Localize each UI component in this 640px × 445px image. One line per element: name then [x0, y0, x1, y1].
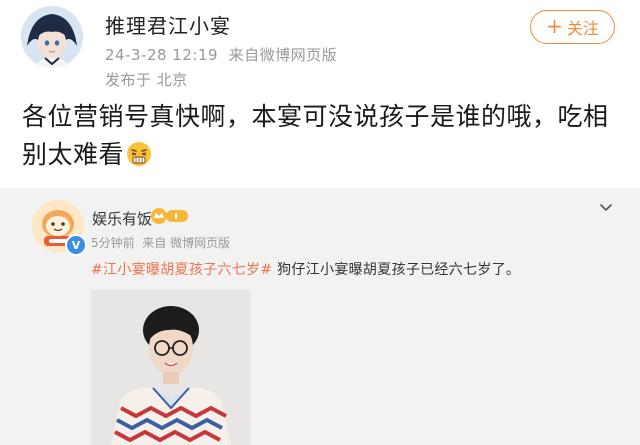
- avatar-image: [21, 6, 83, 68]
- repost-source: 来自 微博网页版: [142, 236, 231, 250]
- repost-time[interactable]: 5分钟前: [91, 236, 135, 250]
- follow-label: 关注: [566, 19, 599, 38]
- grimace-emoji-icon: [127, 142, 152, 166]
- repost-text: #江小宴曝胡夏孩子六七岁# 狗仔江小宴曝胡夏孩子已经六七岁了。: [91, 259, 520, 279]
- repost-username[interactable]: 娱乐有饭: [92, 208, 152, 229]
- repost-body: 狗仔江小宴曝胡夏孩子已经六七岁了。: [272, 262, 521, 278]
- repost-meta: 5分钟前 来自 微博网页版: [91, 234, 230, 251]
- post-timestamp[interactable]: 24-3-28 12:19: [105, 46, 218, 64]
- repost-photo[interactable]: [91, 290, 251, 445]
- post-source: 来自微博网页版: [228, 46, 338, 64]
- follow-button[interactable]: + 关注: [530, 10, 615, 44]
- post-username[interactable]: 推理君江小宴: [105, 10, 231, 39]
- post-body: 各位营销号真快啊，本宴可没说孩子是谁的哦，吃相别太难看: [22, 98, 622, 174]
- quoted-post[interactable]: V 娱乐有饭 5分钟前 来自 微博网页版 #江小宴曝胡夏孩子六七岁# 狗仔江小宴…: [0, 188, 640, 445]
- user-avatar[interactable]: [21, 6, 83, 68]
- post-location: 发布于 北京: [105, 71, 188, 89]
- topic-link[interactable]: #江小宴曝胡夏孩子六七岁#: [91, 262, 272, 278]
- chevron-down-icon[interactable]: [597, 198, 615, 216]
- person-photo: [91, 290, 251, 445]
- post-meta: 24-3-28 12:19 来自微博网页版: [105, 44, 337, 65]
- plus-icon: +: [546, 14, 563, 38]
- verified-badge-icon: V: [65, 234, 87, 256]
- post-text: 各位营销号真快啊，本宴可没说孩子是谁的哦，吃相别太难看: [22, 102, 609, 169]
- member-level-icon: [151, 208, 188, 224]
